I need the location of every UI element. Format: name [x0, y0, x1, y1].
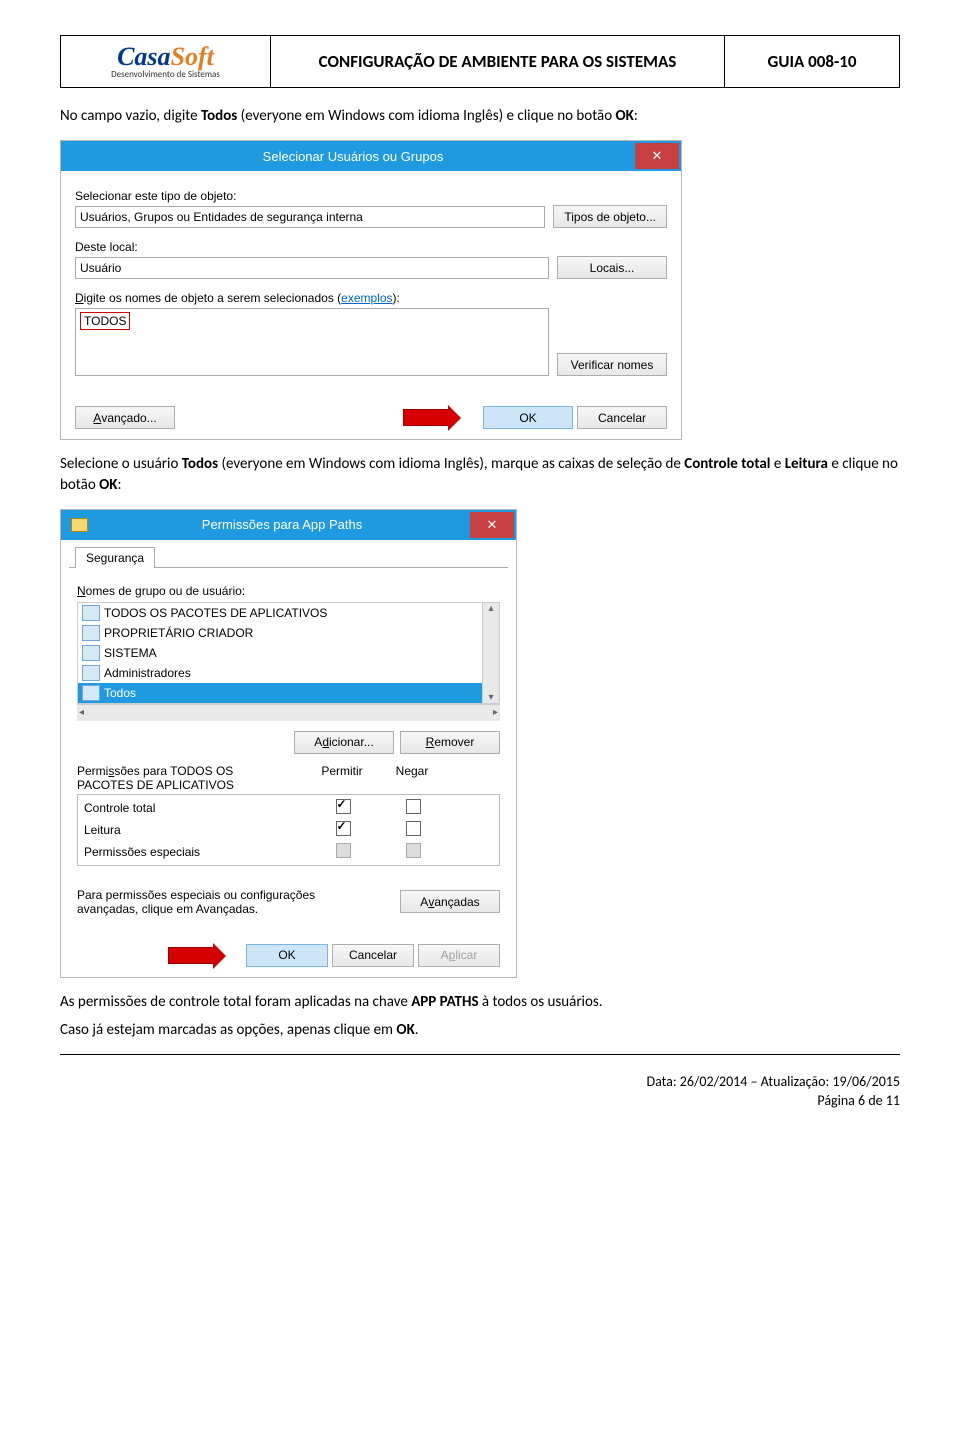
list-item[interactable]: Administradores	[78, 663, 482, 683]
titlebar[interactable]: Permissões para App Paths ✕	[61, 510, 516, 540]
advanced-text: Para permissões especiais ou configuraçõ…	[77, 888, 337, 916]
groups-listbox[interactable]: TODOS OS PACOTES DE APLICATIVOS PROPRIET…	[77, 602, 500, 704]
groups-label: Nomes de grupo ou de usuário:	[77, 584, 500, 598]
group-icon	[82, 665, 100, 681]
group-icon	[82, 625, 100, 641]
arrow-icon	[168, 947, 214, 964]
deny-col: Negar	[377, 764, 447, 792]
vertical-scrollbar[interactable]: ▴▾	[482, 603, 499, 703]
add-button[interactable]: Adicionar...	[294, 731, 394, 754]
perm-for-label: Permissões para TODOS OSPACOTES DE APLIC…	[77, 764, 307, 792]
arrow-icon	[403, 409, 449, 426]
footer-page: Página 6 de 11	[60, 1092, 900, 1111]
paragraph-3: As permissões de controle total foram ap…	[60, 992, 900, 1012]
close-icon[interactable]: ✕	[470, 512, 514, 538]
object-types-button[interactable]: Tipos de objeto...	[553, 205, 667, 228]
paragraph-4: Caso já estejam marcadas as opções, apen…	[60, 1020, 900, 1040]
check-names-button[interactable]: Verificar nomes	[557, 353, 667, 376]
footer-divider	[60, 1054, 900, 1055]
cancel-button[interactable]: Cancelar	[332, 944, 414, 967]
paragraph-1: No campo vazio, digite Todos (everyone e…	[60, 106, 900, 126]
deny-checkbox[interactable]	[406, 799, 421, 814]
permissions-box: Controle total Leitura Permissões especi…	[77, 794, 500, 866]
logo-sub: Desenvolvimento de Sistemas	[111, 70, 220, 79]
dialog-title: Selecionar Usuários ou Grupos	[71, 149, 635, 164]
allow-checkbox[interactable]	[336, 799, 351, 814]
paragraph-2: Selecione o usuário Todos (everyone em W…	[60, 454, 900, 495]
tab-strip: Segurança	[69, 540, 508, 568]
location-field[interactable]	[75, 257, 549, 279]
logo-a: Casa	[117, 42, 170, 71]
group-icon	[82, 645, 100, 661]
scroll-down-icon[interactable]: ▾	[488, 692, 493, 703]
user-icon	[82, 685, 100, 701]
remove-button[interactable]: Remover	[400, 731, 500, 754]
scroll-left-icon[interactable]: ◂	[79, 707, 84, 718]
scroll-up-icon[interactable]: ▴	[488, 603, 493, 614]
examples-link[interactable]: exemplos	[341, 291, 392, 305]
deny-checkbox	[406, 843, 421, 858]
titlebar[interactable]: Selecionar Usuários ou Grupos ✕	[61, 141, 681, 171]
close-icon[interactable]: ✕	[635, 143, 679, 169]
group-icon	[82, 605, 100, 621]
select-users-dialog: Selecionar Usuários ou Grupos ✕ Selecion…	[60, 140, 682, 440]
object-type-field[interactable]	[75, 206, 545, 228]
list-item[interactable]: TODOS OS PACOTES DE APLICATIVOS	[78, 603, 482, 623]
deny-checkbox[interactable]	[406, 821, 421, 836]
logo: CasaSoft Desenvolvimento de Sistemas	[73, 44, 258, 79]
perm-row: Leitura	[78, 819, 499, 841]
object-names-input[interactable]: TODOS	[80, 312, 130, 330]
permissions-dialog: Permissões para App Paths ✕ Segurança No…	[60, 509, 517, 978]
logo-b: Soft	[171, 42, 214, 71]
scroll-right-icon[interactable]: ▸	[493, 707, 498, 718]
allow-col: Permitir	[307, 764, 377, 792]
doc-code: GUIA 008-10	[725, 36, 900, 88]
advanced-button[interactable]: AAvançado...vançado...	[75, 406, 175, 429]
location-label: Deste local:	[75, 240, 549, 254]
perm-row: Controle total	[78, 797, 499, 819]
perm-row: Permissões especiais	[78, 841, 499, 863]
locations-button[interactable]: Locais...	[557, 256, 667, 279]
allow-checkbox	[336, 843, 351, 858]
allow-checkbox[interactable]	[336, 821, 351, 836]
apply-button: Aplicar	[418, 944, 500, 967]
ok-button[interactable]: OK	[246, 944, 328, 967]
advanced-button[interactable]: Avançadas	[400, 890, 500, 913]
list-item[interactable]: SISTEMA	[78, 643, 482, 663]
dialog-title: Permissões para App Paths	[94, 517, 470, 532]
list-item-selected[interactable]: Todos	[78, 683, 482, 703]
doc-header-table: CasaSoft Desenvolvimento de Sistemas CON…	[60, 35, 900, 88]
cancel-button[interactable]: Cancelar	[577, 406, 667, 429]
object-type-label: Selecionar este tipo de objeto:	[75, 189, 545, 203]
doc-title: CONFIGURAÇÃO DE AMBIENTE PARA OS SISTEMA…	[271, 36, 725, 88]
label-d: D	[75, 291, 84, 305]
folder-icon	[71, 518, 88, 532]
list-item[interactable]: PROPRIETÁRIO CRIADOR	[78, 623, 482, 643]
footer-date: Data: 26/02/2014 – Atualização: 19/06/20…	[60, 1073, 900, 1092]
ok-button[interactable]: OK	[483, 406, 573, 429]
footer: Data: 26/02/2014 – Atualização: 19/06/20…	[60, 1073, 900, 1111]
object-names-label: DDigite os nomes de objeto a serem selec…	[75, 291, 549, 305]
tab-security[interactable]: Segurança	[75, 547, 155, 568]
horizontal-scrollbar[interactable]: ◂▸	[77, 704, 500, 721]
